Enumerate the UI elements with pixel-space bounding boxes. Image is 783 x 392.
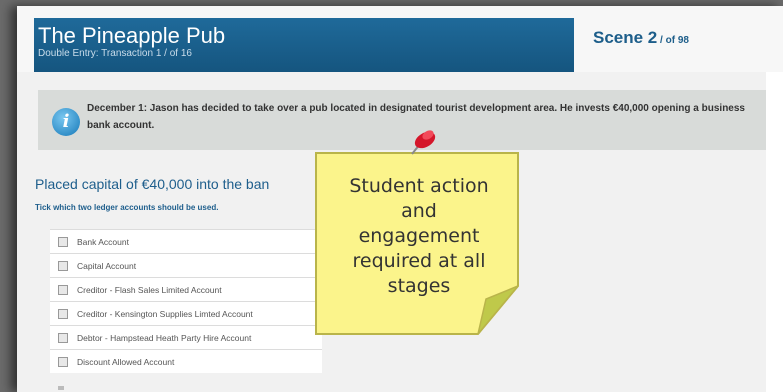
list-item[interactable]: Debtor - Hampstead Heath Party Hire Acco… (50, 325, 322, 349)
checkbox[interactable] (58, 356, 68, 367)
ledger-account-label: Bank Account (77, 236, 129, 247)
list-item[interactable]: Capital Account (50, 253, 322, 277)
sticky-note-text: Student action and engagement required a… (349, 175, 489, 297)
checkbox[interactable] (58, 332, 68, 343)
page-subtitle: Double Entry: Transaction 1 / of 16 (38, 48, 192, 59)
scene-total: / of 98 (657, 35, 689, 46)
question-heading: Placed capital of €40,000 into the ban (35, 176, 270, 192)
scene-label: Scene 2 (593, 28, 658, 47)
checkbox[interactable] (58, 284, 68, 295)
checkbox[interactable] (58, 308, 68, 319)
ledger-account-label: Discount Allowed Account (77, 356, 175, 367)
list-item[interactable]: Discount Allowed Account (50, 349, 322, 373)
ledger-account-label: Creditor - Kensington Supplies Limted Ac… (77, 308, 253, 319)
page-title: The Pineapple Pub (38, 23, 226, 48)
checkbox[interactable] (58, 260, 68, 271)
question-instruction: Tick which two ledger accounts should be… (35, 203, 219, 212)
ledger-account-label: Debtor - Hampstead Heath Party Hire Acco… (77, 332, 252, 343)
scene-indicator: Scene 2 / of 98 (593, 28, 689, 48)
list-item[interactable]: Creditor - Kensington Supplies Limted Ac… (50, 301, 322, 325)
push-pin-icon (411, 130, 436, 155)
ledger-account-label: Creditor - Flash Sales Limited Account (77, 284, 222, 295)
ledger-account-label: Capital Account (77, 260, 137, 271)
ledger-account-list: Bank Account Capital Account Creditor - … (50, 229, 322, 373)
list-item[interactable]: Creditor - Flash Sales Limited Account (50, 277, 322, 301)
info-icon: i (52, 108, 80, 136)
checkbox[interactable] (58, 236, 68, 247)
list-item[interactable]: Bank Account (50, 229, 322, 253)
scroll-indicator[interactable] (58, 386, 64, 390)
